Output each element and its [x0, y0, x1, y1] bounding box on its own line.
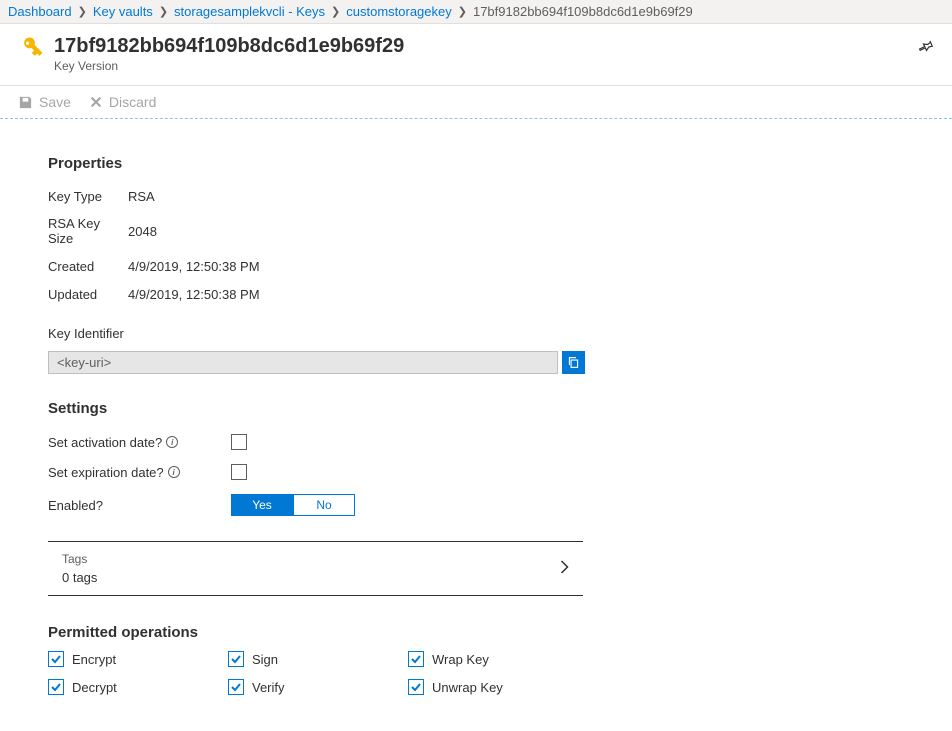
breadcrumb-vault[interactable]: storagesamplekvcli - Keys — [174, 4, 325, 19]
op-label: Verify — [252, 680, 285, 695]
enabled-yes-button[interactable]: Yes — [231, 494, 293, 516]
op-unwrapkey: Unwrap Key — [408, 679, 588, 695]
expiration-label: Set expiration date? — [48, 465, 164, 480]
prop-value: RSA — [128, 189, 155, 204]
prop-label: Created — [48, 259, 128, 274]
pin-button[interactable] — [918, 38, 934, 57]
copy-button[interactable] — [562, 351, 585, 374]
prop-row: Updated 4/9/2019, 12:50:38 PM — [48, 280, 904, 308]
op-label: Sign — [252, 652, 278, 667]
enabled-no-button[interactable]: No — [293, 494, 355, 516]
toolbar: Save Discard — [0, 86, 952, 119]
op-checkbox[interactable] — [48, 651, 64, 667]
prop-label: Updated — [48, 287, 128, 302]
op-wrapkey: Wrap Key — [408, 651, 588, 667]
discard-label: Discard — [109, 94, 156, 110]
activation-label: Set activation date? — [48, 435, 162, 450]
properties-table: Key Type RSA RSA Key Size 2048 Created 4… — [48, 182, 904, 308]
op-decrypt: Decrypt — [48, 679, 228, 695]
key-identifier-row — [48, 351, 904, 374]
op-sign: Sign — [228, 651, 408, 667]
activation-checkbox[interactable] — [231, 434, 247, 450]
prop-value: 2048 — [128, 224, 157, 239]
properties-title: Properties — [48, 155, 904, 172]
settings-title: Settings — [48, 400, 904, 417]
prop-value: 4/9/2019, 12:50:38 PM — [128, 287, 260, 302]
tags-count: 0 tags — [62, 570, 97, 585]
key-icon — [18, 36, 44, 65]
breadcrumb-current: 17bf9182bb694f109b8dc6d1e9b69f29 — [473, 4, 693, 19]
permitted-ops-grid: Encrypt Sign Wrap Key Decrypt Verify Unw… — [48, 651, 904, 695]
op-checkbox[interactable] — [408, 651, 424, 667]
chevron-right-icon: ❯ — [458, 5, 467, 18]
op-checkbox[interactable] — [408, 679, 424, 695]
op-encrypt: Encrypt — [48, 651, 228, 667]
chevron-right-icon: ❯ — [159, 5, 168, 18]
expiration-row: Set expiration date? i — [48, 457, 904, 487]
page-header: 17bf9182bb694f109b8dc6d1e9b69f29 Key Ver… — [0, 24, 952, 86]
save-label: Save — [39, 94, 71, 110]
breadcrumb: Dashboard ❯ Key vaults ❯ storagesamplekv… — [0, 0, 952, 24]
prop-row: Key Type RSA — [48, 182, 904, 210]
tags-label: Tags — [62, 552, 97, 566]
chevron-right-icon — [560, 560, 569, 577]
expiration-checkbox[interactable] — [231, 464, 247, 480]
prop-value: 4/9/2019, 12:50:38 PM — [128, 259, 260, 274]
content-area: Properties Key Type RSA RSA Key Size 204… — [0, 119, 952, 731]
page-title: 17bf9182bb694f109b8dc6d1e9b69f29 — [54, 34, 404, 58]
chevron-right-icon: ❯ — [331, 5, 340, 18]
activation-row: Set activation date? i — [48, 427, 904, 457]
enabled-row: Enabled? Yes No — [48, 487, 904, 523]
prop-row: Created 4/9/2019, 12:50:38 PM — [48, 252, 904, 280]
prop-row: RSA Key Size 2048 — [48, 210, 904, 252]
info-icon[interactable]: i — [166, 436, 178, 448]
breadcrumb-key[interactable]: customstoragekey — [346, 4, 452, 19]
chevron-right-icon: ❯ — [78, 5, 87, 18]
prop-label: RSA Key Size — [48, 216, 128, 246]
enabled-label: Enabled? — [48, 498, 103, 513]
op-checkbox[interactable] — [228, 679, 244, 695]
discard-button[interactable]: Discard — [89, 94, 156, 110]
breadcrumb-dashboard[interactable]: Dashboard — [8, 4, 72, 19]
op-verify: Verify — [228, 679, 408, 695]
permitted-ops-title: Permitted operations — [48, 624, 904, 641]
key-identifier-input[interactable] — [48, 351, 558, 374]
enabled-toggle: Yes No — [231, 494, 355, 516]
op-checkbox[interactable] — [228, 651, 244, 667]
op-label: Wrap Key — [432, 652, 489, 667]
op-checkbox[interactable] — [48, 679, 64, 695]
tags-section[interactable]: Tags 0 tags — [48, 541, 583, 596]
op-label: Unwrap Key — [432, 680, 503, 695]
op-label: Decrypt — [72, 680, 117, 695]
info-icon[interactable]: i — [168, 466, 180, 478]
op-label: Encrypt — [72, 652, 116, 667]
key-identifier-label: Key Identifier — [48, 326, 904, 341]
prop-label: Key Type — [48, 189, 128, 204]
save-button[interactable]: Save — [18, 94, 71, 110]
page-subtitle: Key Version — [54, 59, 404, 73]
breadcrumb-keyvaults[interactable]: Key vaults — [93, 4, 153, 19]
